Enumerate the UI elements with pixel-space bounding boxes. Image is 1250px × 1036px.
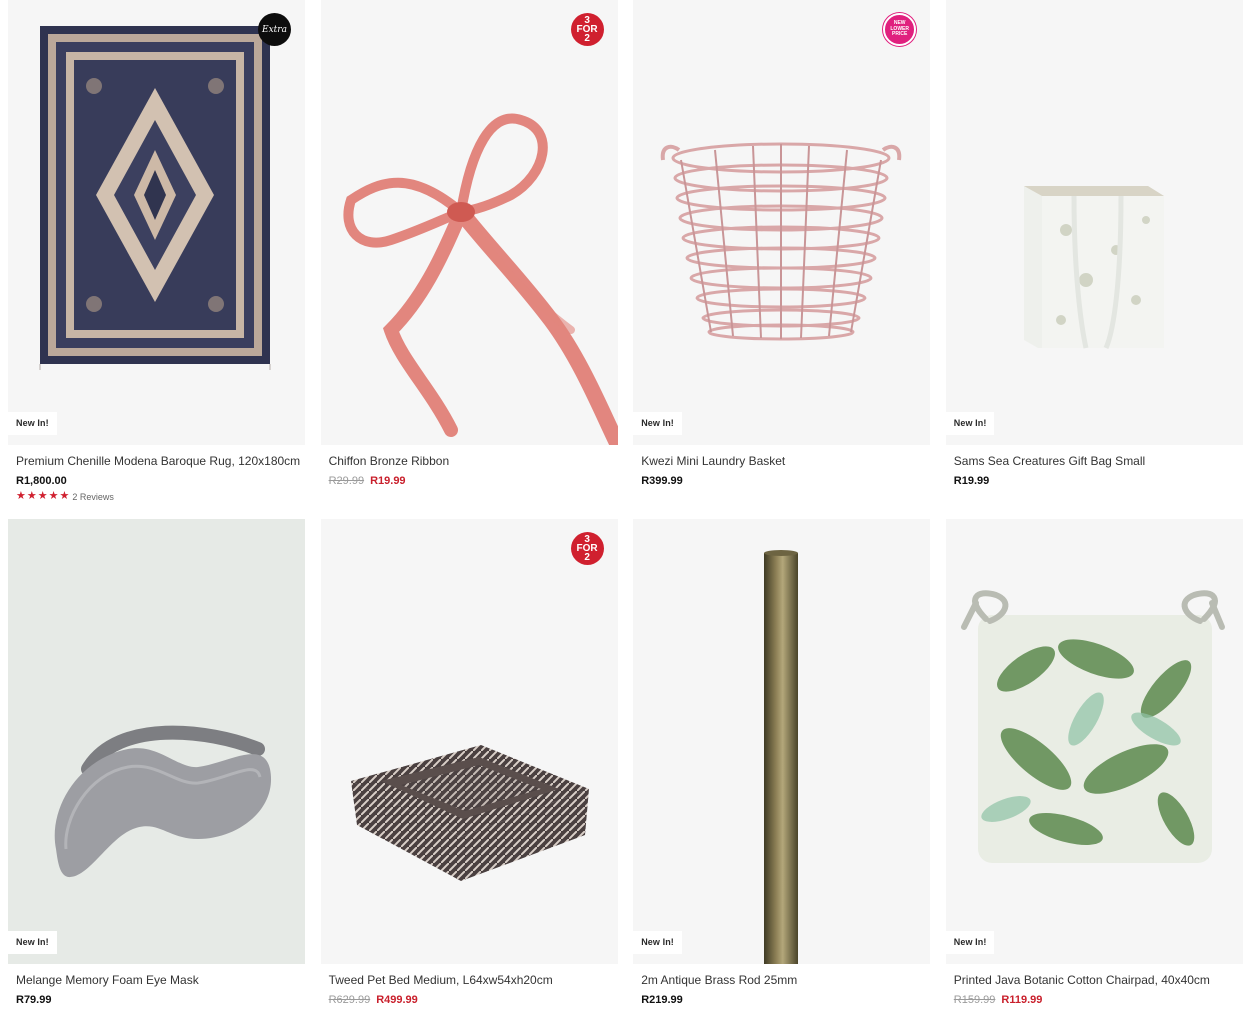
- new-in-tag: New In!: [945, 412, 995, 435]
- gift-bag-image: [1023, 186, 1164, 350]
- pet-bed-image: [350, 745, 589, 881]
- star-rating: ★ ★ ★ ★ ★ 2 Reviews: [16, 491, 297, 502]
- three-for-two-badge: 3 FOR 2: [570, 13, 604, 46]
- new-in-tag: New In!: [633, 931, 682, 954]
- product-name[interactable]: 2m Antique Brass Rod 25mm: [641, 973, 922, 988]
- sale-price: R119.99: [1001, 994, 1043, 1006]
- product-card[interactable]: 3 FOR 2 Tweed Pet Bed Medium, L64xw54xh2…: [320, 519, 618, 1036]
- product-name[interactable]: Chiffon Bronze Ribbon: [329, 454, 610, 469]
- product-name[interactable]: Premium Chenille Modena Baroque Rug, 120…: [16, 454, 300, 469]
- new-lower-price-badge: NEW LOWER PRICE: [883, 13, 917, 46]
- product-image[interactable]: 3 FOR 2: [320, 0, 618, 445]
- product-price: R19.99: [953, 475, 990, 487]
- product-card[interactable]: Extra New In! Premium Chenille Modena Ba…: [8, 0, 305, 519]
- was-price: R159.99: [953, 994, 996, 1006]
- product-card[interactable]: New In! 2m Antique Brass Rod 25mm R219.9…: [633, 519, 931, 1036]
- badge-line: 2: [584, 33, 590, 44]
- sale-price: R499.99: [376, 994, 418, 1006]
- reviews-link[interactable]: 2 Reviews: [72, 492, 114, 502]
- product-image[interactable]: New In!: [945, 519, 1243, 964]
- product-image[interactable]: New In!: [633, 519, 931, 964]
- badge-line: 2: [584, 552, 590, 563]
- product-image[interactable]: 3 FOR 2: [320, 519, 618, 964]
- product-name[interactable]: Kwezi Mini Laundry Basket: [641, 454, 922, 469]
- was-price: R29.99: [328, 475, 365, 487]
- product-price: R1,800.00: [16, 475, 67, 487]
- product-grid: Extra New In! Premium Chenille Modena Ba…: [8, 0, 1243, 1036]
- product-image[interactable]: Extra New In!: [8, 0, 305, 445]
- product-name[interactable]: Tweed Pet Bed Medium, L64xw54xh20cm: [329, 973, 610, 988]
- ribbon-image: [343, 113, 618, 445]
- product-price: R219.99: [641, 994, 683, 1006]
- chairpad-image: [960, 590, 1225, 863]
- basket-image: [660, 142, 902, 341]
- product-name[interactable]: Melange Memory Foam Eye Mask: [16, 973, 297, 988]
- star-icon: ★: [37, 490, 48, 502]
- star-icon: ★: [48, 490, 59, 502]
- product-name[interactable]: Sams Sea Creatures Gift Bag Small: [954, 454, 1235, 469]
- rug-image: [39, 26, 271, 370]
- sale-price: R19.99: [370, 475, 406, 487]
- product-card[interactable]: New In! Printed Java Botanic Cotton Chai…: [945, 519, 1243, 1036]
- product-card[interactable]: New In! Sams Sea Creatures Gift Bag Smal…: [945, 0, 1243, 519]
- new-in-tag: New In!: [8, 931, 57, 954]
- new-in-tag: New In!: [945, 931, 995, 954]
- star-icon: ★: [16, 490, 26, 502]
- product-card[interactable]: 3 FOR 2 Chiffon Bronze Ribbon R29.99 R19.…: [320, 0, 618, 519]
- product-price: R399.99: [641, 475, 683, 487]
- product-image[interactable]: New In!: [8, 519, 305, 964]
- eye-mask-image: [54, 725, 272, 878]
- brass-rod-image: [764, 550, 799, 964]
- product-card[interactable]: NEW LOWER PRICE New In! Kwezi Mini Laund…: [633, 0, 931, 519]
- new-in-tag: New In!: [633, 412, 682, 435]
- was-price: R629.99: [328, 994, 371, 1006]
- new-in-tag: New In!: [8, 412, 57, 435]
- extra-badge: Extra: [258, 13, 291, 46]
- product-name[interactable]: Printed Java Botanic Cotton Chairpad, 40…: [954, 973, 1235, 988]
- three-for-two-badge: 3 FOR 2: [570, 532, 604, 565]
- star-icon: ★: [26, 490, 37, 502]
- star-icon: ★: [59, 490, 70, 502]
- product-price: R79.99: [16, 994, 52, 1006]
- product-image[interactable]: New In!: [945, 0, 1243, 445]
- product-image[interactable]: NEW LOWER PRICE New In!: [633, 0, 931, 445]
- badge-line: PRICE: [892, 31, 908, 38]
- product-card[interactable]: New In! Melange Memory Foam Eye Mask R79…: [8, 519, 305, 1036]
- badge-label: Extra: [262, 24, 287, 35]
